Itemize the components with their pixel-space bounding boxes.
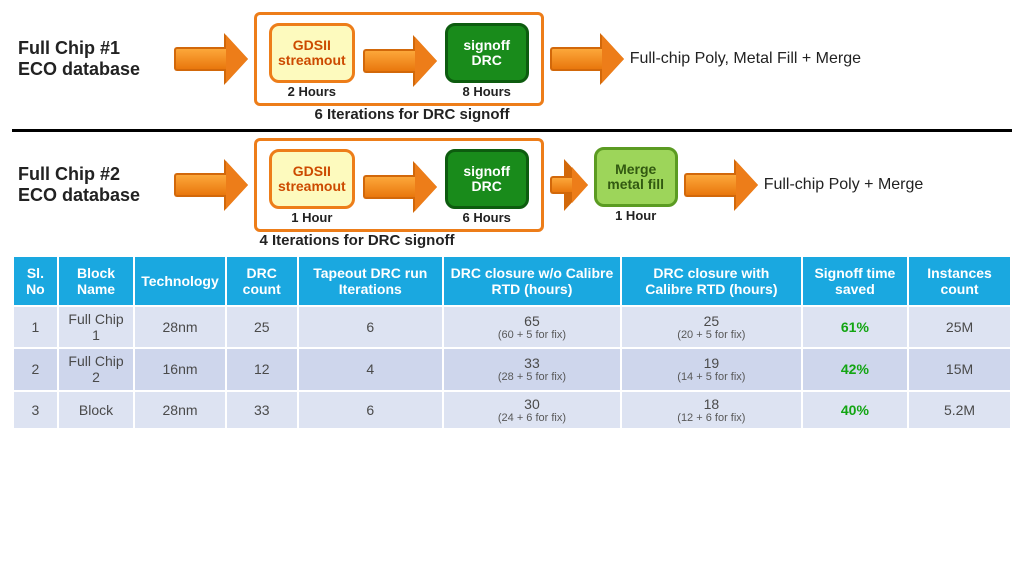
merge-line2: metal fill xyxy=(607,176,664,192)
cell-wi: 19(14 + 5 for fix) xyxy=(621,348,802,390)
drc-line1: signoff xyxy=(463,37,510,53)
cell-name: Full Chip 1 xyxy=(58,306,134,348)
gds-time: 1 Hour xyxy=(291,210,332,225)
arrow-icon xyxy=(550,167,588,203)
cell-wi: 25(20 + 5 for fix) xyxy=(621,306,802,348)
flow1-title-line1: Full Chip #1 xyxy=(18,38,168,59)
flow-1: Full Chip #1 ECO database GDSII streamou… xyxy=(18,12,1012,106)
signoff-drc-box: signoff DRC xyxy=(445,23,529,83)
cell-tech: 28nm xyxy=(134,391,226,430)
flow1-gds-stage: GDSII streamout 2 Hours xyxy=(269,23,355,99)
cell-wo: 30(24 + 6 for fix) xyxy=(443,391,621,430)
th-sl: Sl. No xyxy=(13,256,58,306)
drc-line2: DRC xyxy=(472,178,502,194)
cell-drc: 25 xyxy=(226,306,298,348)
th-inst: Instances count xyxy=(908,256,1011,306)
cell-tech: 28nm xyxy=(134,306,226,348)
table-body: 1Full Chip 128nm25665(60 + 5 for fix)25(… xyxy=(13,306,1011,429)
arrow-icon xyxy=(174,35,248,83)
gds-streamout-box: GDSII streamout xyxy=(269,149,355,209)
cell-sl: 3 xyxy=(13,391,58,430)
cell-wo: 33(28 + 5 for fix) xyxy=(443,348,621,390)
results-table: Sl. No Block Name Technology DRC count T… xyxy=(12,255,1012,430)
merge-time: 1 Hour xyxy=(615,208,656,223)
flow2-drc-stage: signoff DRC 6 Hours xyxy=(445,149,529,225)
flow1-drc-frame: GDSII streamout 2 Hours signoff DRC 8 Ho… xyxy=(254,12,544,106)
cell-wi: 18(12 + 6 for fix) xyxy=(621,391,802,430)
cell-iter: 6 xyxy=(298,391,443,430)
gds-line2: streamout xyxy=(278,178,346,194)
flow-2: Full Chip #2 ECO database GDSII streamou… xyxy=(18,138,1012,232)
drc-time: 8 Hours xyxy=(462,84,510,99)
cell-saved: 61% xyxy=(802,306,908,348)
flow1-title-line2: ECO database xyxy=(18,59,168,80)
flow2-title: Full Chip #2 ECO database xyxy=(18,164,168,205)
th-wi: DRC closure with Calibre RTD (hours) xyxy=(621,256,802,306)
th-iter: Tapeout DRC run Iterations xyxy=(298,256,443,306)
cell-drc: 12 xyxy=(226,348,298,390)
cell-inst: 15M xyxy=(908,348,1011,390)
flow1-iterations: 6 Iterations for DRC signoff xyxy=(0,106,1012,123)
table-row: 1Full Chip 128nm25665(60 + 5 for fix)25(… xyxy=(13,306,1011,348)
arrow-icon xyxy=(174,161,248,209)
flow1-title: Full Chip #1 ECO database xyxy=(18,38,168,79)
th-tech: Technology xyxy=(134,256,226,306)
arrow-icon xyxy=(550,35,624,83)
cell-drc: 33 xyxy=(226,391,298,430)
cell-wo: 65(60 + 5 for fix) xyxy=(443,306,621,348)
cell-saved: 40% xyxy=(802,391,908,430)
th-wo: DRC closure w/o Calibre RTD (hours) xyxy=(443,256,621,306)
flow2-drc-frame: GDSII streamout 1 Hour signoff DRC 6 Hou… xyxy=(254,138,544,232)
table-row: 2Full Chip 216nm12433(28 + 5 for fix)19(… xyxy=(13,348,1011,390)
flow2-merge-stage: Merge metal fill 1 Hour xyxy=(594,147,678,223)
merge-line1: Merge xyxy=(615,161,656,177)
signoff-drc-box: signoff DRC xyxy=(445,149,529,209)
arrow-icon xyxy=(363,37,437,85)
cell-sl: 2 xyxy=(13,348,58,390)
th-drc: DRC count xyxy=(226,256,298,306)
arrow-icon xyxy=(684,161,758,209)
drc-line2: DRC xyxy=(472,52,502,68)
cell-inst: 25M xyxy=(908,306,1011,348)
table-header: Sl. No Block Name Technology DRC count T… xyxy=(13,256,1011,306)
flow2-title-line1: Full Chip #2 xyxy=(18,164,168,185)
drc-time: 6 Hours xyxy=(462,210,510,225)
flow2-output: Full-chip Poly + Merge xyxy=(764,176,924,194)
arrow-icon xyxy=(363,163,437,211)
gds-time: 2 Hours xyxy=(288,84,336,99)
cell-name: Block xyxy=(58,391,134,430)
gds-streamout-box: GDSII streamout xyxy=(269,23,355,83)
cell-saved: 42% xyxy=(802,348,908,390)
merge-metal-fill-box: Merge metal fill xyxy=(594,147,678,207)
th-save: Signoff time saved xyxy=(802,256,908,306)
table-row: 3Block28nm33630(24 + 6 for fix)18(12 + 6… xyxy=(13,391,1011,430)
cell-name: Full Chip 2 xyxy=(58,348,134,390)
gds-line1: GDSII xyxy=(293,163,331,179)
cell-tech: 16nm xyxy=(134,348,226,390)
divider xyxy=(12,129,1012,132)
drc-line1: signoff xyxy=(463,163,510,179)
flow1-drc-stage: signoff DRC 8 Hours xyxy=(445,23,529,99)
cell-inst: 5.2M xyxy=(908,391,1011,430)
th-name: Block Name xyxy=(58,256,134,306)
cell-iter: 6 xyxy=(298,306,443,348)
flow2-gds-stage: GDSII streamout 1 Hour xyxy=(269,149,355,225)
cell-sl: 1 xyxy=(13,306,58,348)
flow1-output: Full-chip Poly, Metal Fill + Merge xyxy=(630,50,861,68)
gds-line1: GDSII xyxy=(293,37,331,53)
cell-iter: 4 xyxy=(298,348,443,390)
flow2-title-line2: ECO database xyxy=(18,185,168,206)
gds-line2: streamout xyxy=(278,52,346,68)
flow2-iterations: 4 Iterations for DRC signoff xyxy=(0,232,1012,249)
